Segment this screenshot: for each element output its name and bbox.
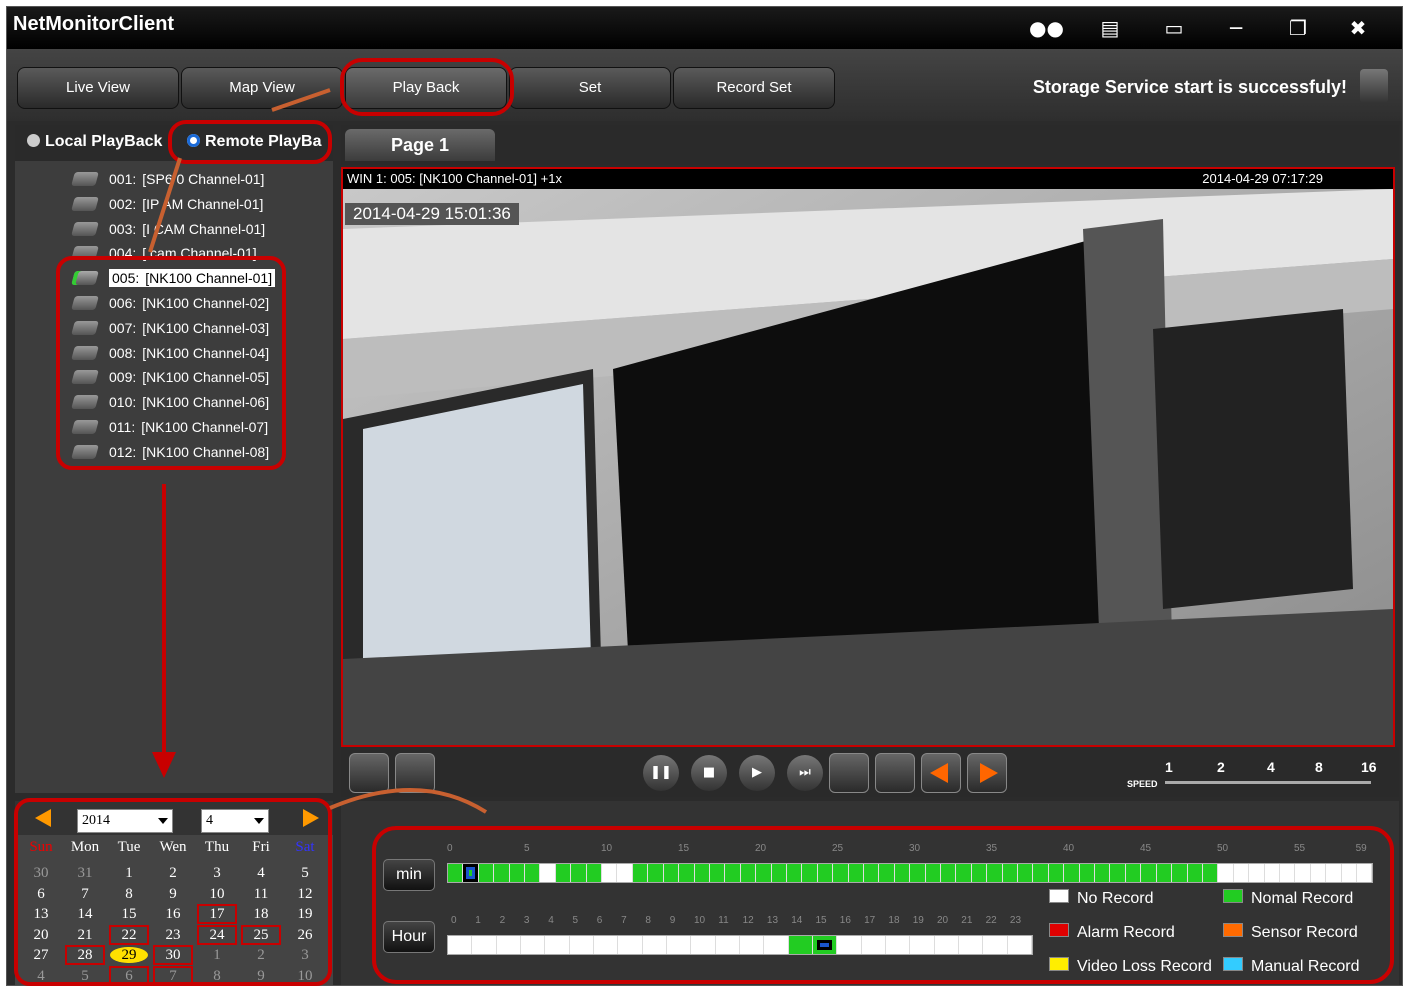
title-bar: NetMonitorClient ●● ▤ ▭ ─ ❐ ✖ [7, 7, 1402, 49]
close-icon[interactable]: ✖ [1341, 13, 1375, 43]
storage-icon [1360, 69, 1388, 103]
tab-set[interactable]: Set [509, 67, 671, 109]
channel-number: 001: [109, 171, 137, 187]
channel-label: [I CAM Channel-01] [142, 220, 266, 237]
annotation-remote-playback [168, 120, 332, 164]
video-channel-label: WIN 1: 005: [NK100 Channel-01] +1x [347, 171, 562, 186]
annotation-calendar [14, 798, 332, 986]
annotation-timeline [372, 826, 1394, 984]
layout-icon[interactable]: ▤ [1093, 13, 1127, 43]
annotation-arrow-head [152, 752, 176, 778]
step-forward-button[interactable]: ⏭ [787, 755, 823, 791]
camera-icon [71, 196, 99, 211]
snapshot-icon[interactable] [829, 753, 869, 793]
camera-icon [71, 172, 99, 186]
channel-number: 002: [109, 195, 137, 212]
status-message: Storage Service start is successfuly! [1032, 77, 1347, 97]
speed-value: 4 [1267, 759, 1275, 775]
minimize-icon[interactable]: ─ [1219, 13, 1253, 43]
local-playback-radio[interactable]: Local PlayBack [27, 133, 162, 151]
refresh-icon[interactable] [875, 753, 915, 793]
speed-value: 8 [1315, 759, 1323, 775]
video-frame [343, 189, 1393, 745]
channel-item[interactable]: 002: [IP AM Channel-01] [71, 196, 263, 218]
fast-forward-icon[interactable] [967, 753, 1007, 793]
speed-label: SPEED [1127, 779, 1158, 789]
channel-label: [SP6 0 Channel-01] [142, 171, 265, 187]
local-playback-label: Local PlayBack [45, 133, 163, 150]
play-button[interactable]: ▶ [739, 755, 775, 791]
channel-item[interactable]: 001: [SP6 0 Channel-01] [71, 171, 264, 193]
annotation-playback-tab [340, 58, 514, 116]
annotation-arrow-line [162, 484, 166, 754]
channel-text: 001: [SP6 0 Channel-01] [109, 171, 264, 187]
main-tabs: Live View Map View Play Back Set Record … [7, 49, 1402, 121]
export-icon[interactable]: ▭ [1157, 13, 1191, 43]
rewind-icon[interactable] [921, 753, 961, 793]
app-title: NetMonitorClient [13, 13, 175, 35]
channel-label: [IP AM Channel-01] [142, 195, 264, 212]
video-header-time: 2014-04-29 07:17:29 [1202, 171, 1323, 186]
users-icon[interactable]: ●● [1029, 13, 1064, 43]
restore-icon[interactable]: ❐ [1281, 13, 1315, 43]
pause-button[interactable]: ❚❚ [643, 755, 679, 791]
playback-controls: ❚❚ ■ ▶ ⏭ SPEED 1 2 4 8 16 [341, 747, 1399, 797]
speed-track [1165, 781, 1371, 784]
tab-live-view[interactable]: Live View [17, 67, 179, 109]
stop-button[interactable]: ■ [691, 755, 727, 791]
page-tab[interactable]: Page 1 [345, 129, 495, 161]
channel-number: 003: [109, 220, 137, 237]
speed-slider[interactable]: SPEED 1 2 4 8 16 [1127, 753, 1383, 793]
channel-text: 003: [I CAM Channel-01] [109, 221, 265, 237]
radio-off-icon [27, 134, 40, 147]
channel-text: 002: [IP AM Channel-01] [109, 196, 263, 212]
annotation-channel-list [56, 256, 286, 470]
page-bar: Page 1 [341, 125, 1399, 165]
tab-map-view[interactable]: Map View [181, 67, 343, 109]
video-window[interactable]: WIN 1: 005: [NK100 Channel-01] +1x 2014-… [341, 167, 1395, 747]
camera-icon [71, 221, 99, 236]
speed-value: 1 [1165, 759, 1173, 775]
speed-value: 2 [1217, 759, 1225, 775]
single-view-icon[interactable] [349, 753, 389, 793]
tab-record-set[interactable]: Record Set [673, 67, 835, 109]
channel-item[interactable]: 003: [I CAM Channel-01] [71, 221, 265, 243]
video-header: WIN 1: 005: [NK100 Channel-01] +1x 2014-… [343, 169, 1393, 189]
quad-view-icon[interactable] [395, 753, 435, 793]
speed-value: 16 [1361, 759, 1377, 775]
video-overlay-time: 2014-04-29 15:01:36 [345, 203, 519, 225]
